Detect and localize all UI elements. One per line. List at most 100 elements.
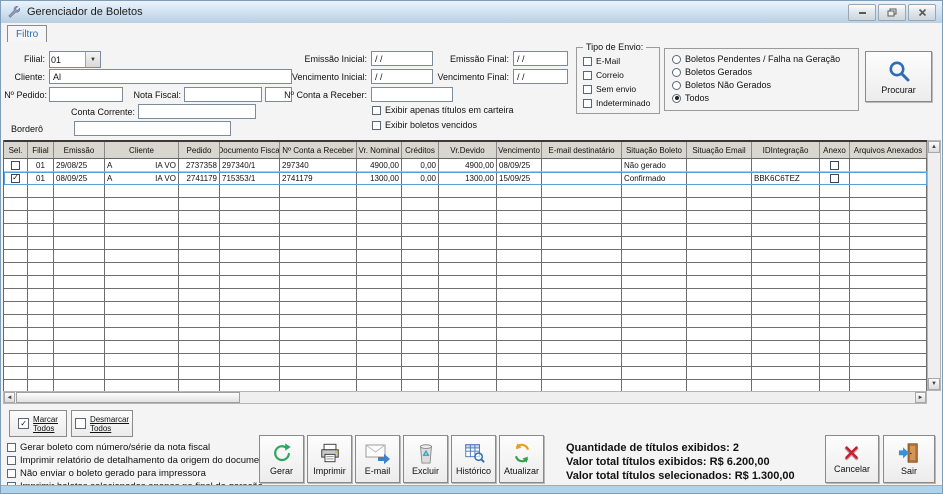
- checkbox-icon[interactable]: [583, 57, 592, 66]
- column-header[interactable]: IDIntegração: [752, 142, 820, 158]
- checkbox-icon[interactable]: [583, 85, 592, 94]
- column-header[interactable]: Arquivos Anexados: [850, 142, 927, 158]
- nota-fiscal-input[interactable]: [184, 87, 262, 102]
- cell: [820, 263, 850, 276]
- table-row[interactable]: 0129/08/25AIA VO2737358297340/1297340490…: [4, 159, 927, 172]
- conta-corrente-input[interactable]: [138, 104, 256, 119]
- scrollbar-thumb[interactable]: [16, 392, 240, 403]
- vencimento-final-input[interactable]: / /: [513, 69, 568, 84]
- chevron-down-icon[interactable]: ▼: [85, 52, 100, 67]
- column-header[interactable]: Filial: [28, 142, 54, 158]
- unchecked-checkbox-icon[interactable]: [11, 161, 20, 170]
- radio-icon[interactable]: [672, 81, 681, 90]
- cancelar-button[interactable]: Cancelar: [825, 435, 879, 483]
- cell: [497, 211, 542, 224]
- scroll-down-icon[interactable]: ▼: [928, 378, 940, 390]
- cell: [820, 276, 850, 289]
- total-displayed-value: Valor total títulos exibidos: R$ 6.200,0…: [566, 455, 795, 469]
- gerar-button[interactable]: Gerar: [259, 435, 304, 483]
- boleto-manager-window: Gerenciador de Boletos Filtro Filial: 01…: [0, 0, 943, 494]
- cell: [622, 289, 687, 302]
- sair-button[interactable]: Sair: [883, 435, 935, 483]
- exibir-vencidos-checkbox[interactable]: Exibir boletos vencidos: [372, 120, 477, 130]
- emissao-inicial-input[interactable]: / /: [371, 51, 433, 66]
- column-header[interactable]: Nº Conta a Receber: [280, 142, 357, 158]
- checkbox-icon[interactable]: [372, 121, 381, 130]
- minimize-button[interactable]: [848, 4, 876, 21]
- scroll-left-icon[interactable]: ◄: [4, 392, 15, 403]
- cell: [280, 211, 357, 224]
- filial-select[interactable]: 01 ▼: [49, 51, 101, 68]
- conta-receber-input[interactable]: [371, 87, 453, 102]
- desmarcar-todos-button[interactable]: Desmarcar Todos: [71, 410, 133, 437]
- excluir-button[interactable]: Excluir: [403, 435, 448, 483]
- tipo-envio-correio-checkbox[interactable]: Correio: [583, 70, 624, 80]
- exibir-carteira-checkbox[interactable]: Exibir apenas títulos em carteira: [372, 105, 514, 115]
- radio-icon[interactable]: [672, 68, 681, 77]
- column-header[interactable]: Vr.Devido: [439, 142, 497, 158]
- marcar-todos-button[interactable]: ✓ Marcar Todos: [9, 410, 67, 437]
- option-imprimir-relatorio-checkbox[interactable]: Imprimir relatório de detalhamento da or…: [7, 455, 272, 466]
- unchecked-checkbox-icon[interactable]: [830, 174, 839, 183]
- cell: [28, 367, 54, 380]
- checkbox-icon[interactable]: [372, 106, 381, 115]
- email-button[interactable]: E-mail: [355, 435, 400, 483]
- checkbox-icon[interactable]: [7, 443, 16, 452]
- checked-checkbox-icon[interactable]: ✓: [11, 174, 20, 183]
- cell[interactable]: [4, 159, 28, 172]
- table-empty-row: [4, 354, 927, 367]
- checkbox-icon[interactable]: [7, 469, 16, 478]
- column-header[interactable]: Vencimento: [497, 142, 542, 158]
- table-row[interactable]: ✓0108/09/25AIA VO2741179715353/127411791…: [4, 172, 927, 185]
- emissao-final-input[interactable]: / /: [513, 51, 568, 66]
- checkbox-icon[interactable]: [583, 99, 592, 108]
- checkbox-icon[interactable]: [7, 456, 16, 465]
- cell: [622, 302, 687, 315]
- column-header[interactable]: Pedido: [179, 142, 220, 158]
- tab-filtro[interactable]: Filtro: [7, 25, 47, 42]
- cell: [820, 237, 850, 250]
- imprimir-button[interactable]: Imprimir: [307, 435, 352, 483]
- historico-button[interactable]: Histórico: [451, 435, 496, 483]
- radio-todos[interactable]: Todos: [672, 93, 709, 103]
- cell: [622, 354, 687, 367]
- scroll-up-icon[interactable]: ▲: [928, 141, 940, 153]
- cell: [220, 354, 280, 367]
- tipo-envio-indeterminado-checkbox[interactable]: Indeterminado: [583, 98, 650, 108]
- column-header[interactable]: Emissão: [54, 142, 105, 158]
- column-header[interactable]: Documento Fiscal: [220, 142, 280, 158]
- procurar-button[interactable]: Procurar: [865, 51, 932, 102]
- option-nao-enviar-impressora-checkbox[interactable]: Não enviar o boleto gerado para impresso…: [7, 468, 206, 479]
- bordero-input[interactable]: [74, 121, 231, 136]
- horizontal-scrollbar[interactable]: ◄ ►: [3, 391, 927, 404]
- option-gerar-numero-serie-checkbox[interactable]: Gerar boleto com número/série da nota fi…: [7, 442, 210, 453]
- scroll-right-icon[interactable]: ►: [915, 392, 926, 403]
- radio-boletos-gerados[interactable]: Boletos Gerados: [672, 67, 752, 77]
- cliente-input[interactable]: Al: [49, 69, 292, 84]
- atualizar-button[interactable]: Atualizar: [499, 435, 544, 483]
- column-header[interactable]: Sel.: [4, 142, 28, 158]
- restore-button[interactable]: [878, 4, 906, 21]
- column-header[interactable]: Situação Boleto: [622, 142, 687, 158]
- column-header[interactable]: Vr. Nominal: [357, 142, 402, 158]
- close-button[interactable]: [908, 4, 936, 21]
- radio-boletos-pendentes[interactable]: Boletos Pendentes / Falha na Geração: [672, 54, 840, 64]
- vencimento-inicial-input[interactable]: / /: [371, 69, 433, 84]
- radio-selected-icon[interactable]: [672, 94, 681, 103]
- tipo-envio-sem-envio-checkbox[interactable]: Sem envio: [583, 84, 636, 94]
- unchecked-checkbox-icon[interactable]: [830, 161, 839, 170]
- radio-boletos-nao-gerados[interactable]: Boletos Não Gerados: [672, 80, 771, 90]
- column-header[interactable]: Anexo: [820, 142, 850, 158]
- column-header[interactable]: Situação Email: [687, 142, 752, 158]
- titlebar[interactable]: Gerenciador de Boletos: [1, 1, 942, 24]
- column-header[interactable]: Cliente: [105, 142, 179, 158]
- cell[interactable]: ✓: [4, 172, 28, 185]
- column-header[interactable]: Créditos: [402, 142, 439, 158]
- tipo-envio-email-checkbox[interactable]: E-Mail: [583, 56, 620, 66]
- checkbox-icon[interactable]: [583, 71, 592, 80]
- vertical-scrollbar[interactable]: ▲ ▼: [927, 140, 941, 391]
- pedido-input[interactable]: [49, 87, 123, 102]
- radio-icon[interactable]: [672, 55, 681, 64]
- cell: [687, 367, 752, 380]
- column-header[interactable]: E-mail destinatário: [542, 142, 622, 158]
